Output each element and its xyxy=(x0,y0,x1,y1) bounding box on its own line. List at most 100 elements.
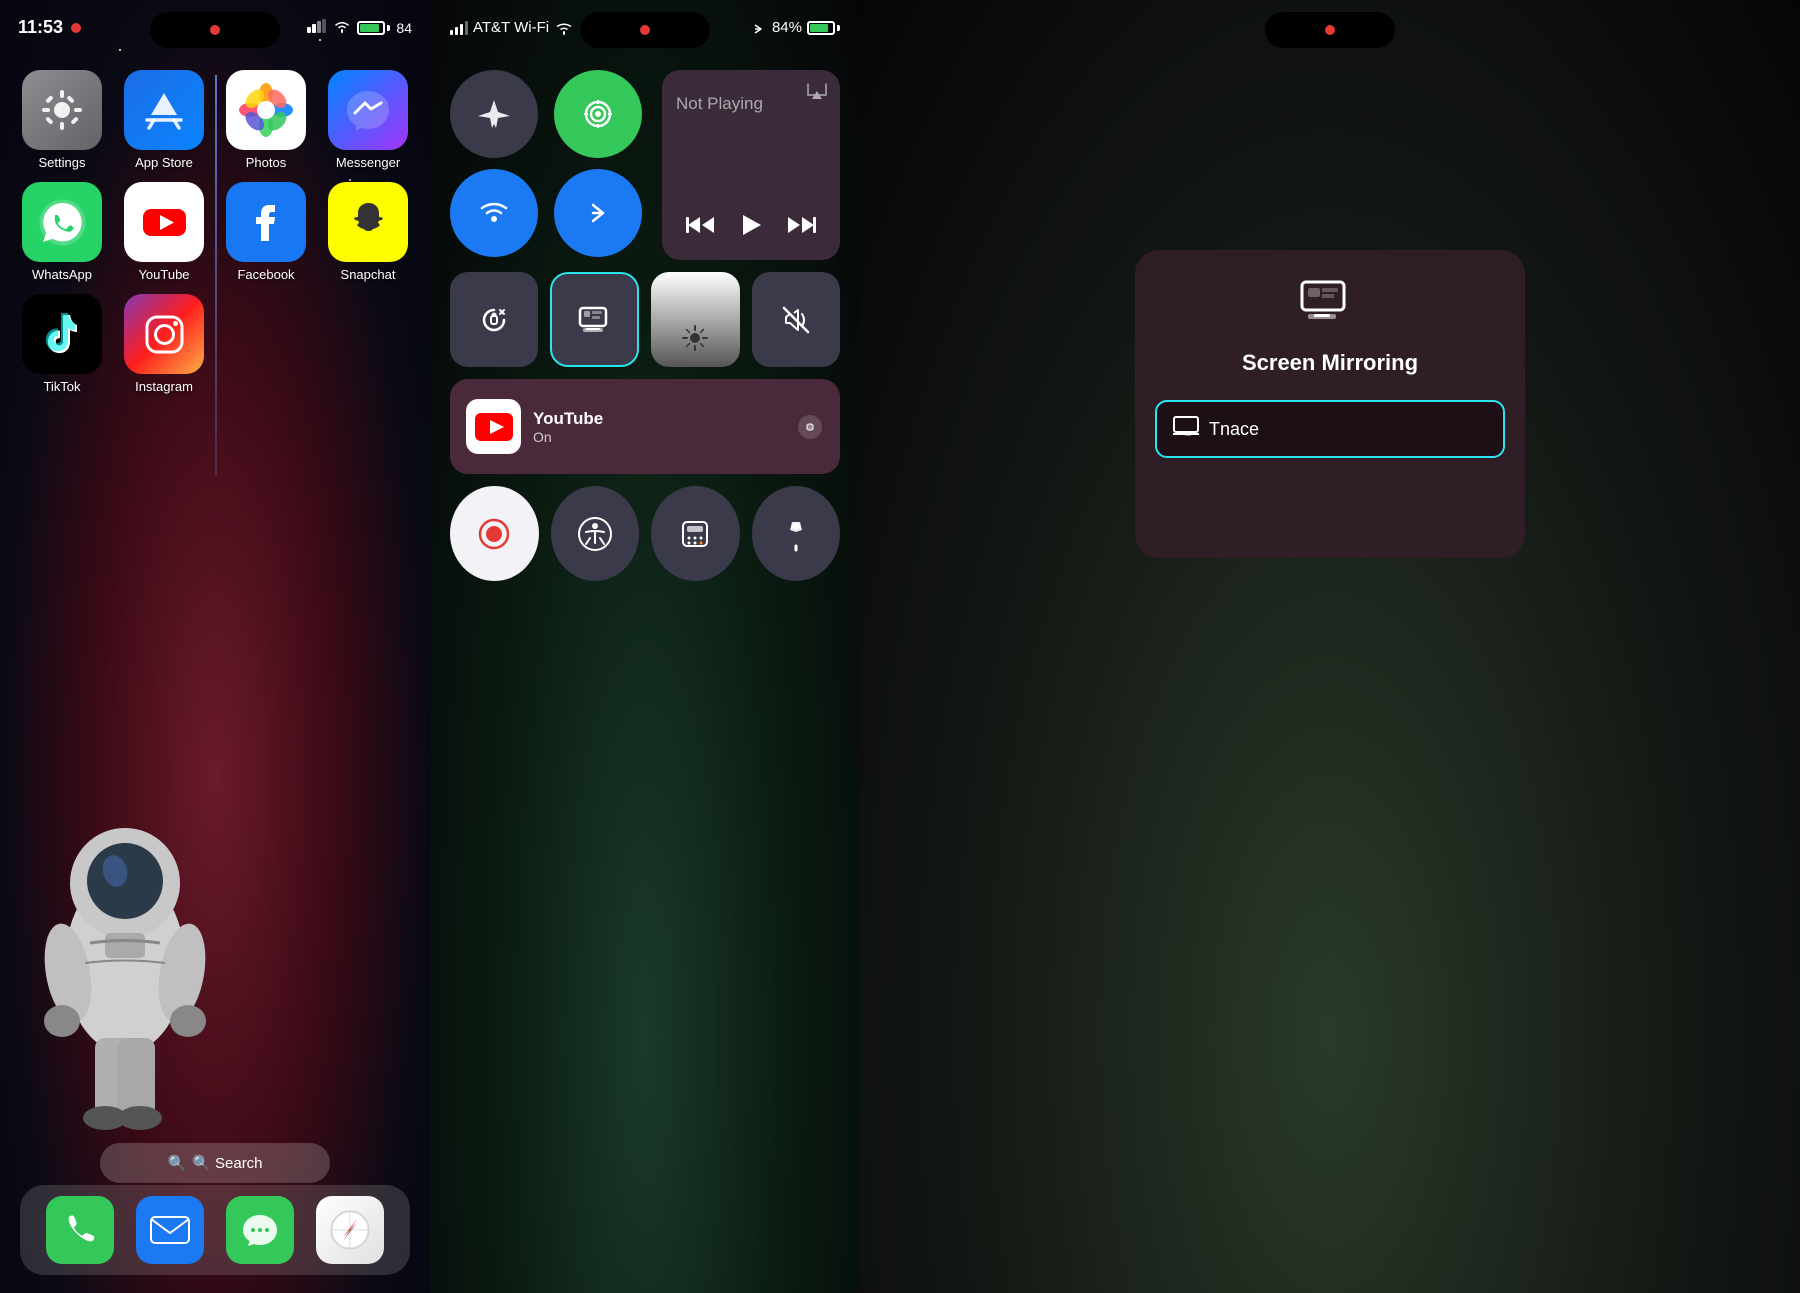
recording-status-icon xyxy=(69,21,83,35)
snapchat-label: Snapchat xyxy=(341,267,396,282)
sm-empty-area xyxy=(1155,468,1505,528)
cc-signal-bars xyxy=(450,21,468,35)
dock-mail[interactable] xyxy=(136,1196,204,1264)
dock-safari[interactable] xyxy=(316,1196,384,1264)
dock xyxy=(20,1185,410,1275)
youtube-widget-tools-icon xyxy=(796,413,824,441)
app-facebook[interactable]: Facebook xyxy=(219,182,313,282)
mute-button[interactable] xyxy=(752,272,840,367)
screen-mirror-panel-container: Screen Mirroring Tnace xyxy=(860,0,1800,1293)
calculator-button[interactable] xyxy=(651,486,740,581)
app-youtube[interactable]: YouTube xyxy=(117,182,211,282)
airplay-icon[interactable] xyxy=(806,82,828,106)
app-whatsapp[interactable]: WhatsApp xyxy=(15,182,109,282)
screen-mirror-icon xyxy=(578,306,612,334)
bluetooth-icon xyxy=(580,195,616,231)
accessibility-button[interactable] xyxy=(551,486,640,581)
app-messenger[interactable]: Messenger xyxy=(321,70,415,170)
status-time: 11:53 xyxy=(18,17,83,38)
whatsapp-label: WhatsApp xyxy=(32,267,92,282)
media-play-icon xyxy=(737,211,765,239)
signal-bar-2 xyxy=(455,27,458,35)
bluetooth-toggle[interactable] xyxy=(554,169,642,257)
control-center: AT&T Wi-Fi 84% xyxy=(430,0,860,1293)
app-grid: Settings App Store xyxy=(15,70,415,394)
app-instagram[interactable]: Instagram xyxy=(117,294,211,394)
media-title: Not Playing xyxy=(676,94,826,114)
youtube-widget[interactable]: YouTube On xyxy=(450,379,840,474)
facebook-logo-icon xyxy=(239,195,294,250)
rotation-lock-button[interactable] xyxy=(450,272,538,367)
media-next-button[interactable] xyxy=(786,213,816,244)
signal-icon xyxy=(307,19,327,36)
youtube-label: YouTube xyxy=(138,267,189,282)
youtube-widget-status: On xyxy=(533,429,603,445)
cc-battery-pct: 84% xyxy=(772,19,802,36)
status-right: 84 xyxy=(307,19,412,36)
app-snapchat[interactable]: Snapchat xyxy=(321,182,415,282)
airplane-toggle[interactable] xyxy=(450,70,538,158)
screen-record-button[interactable] xyxy=(450,486,539,581)
cc-row2 xyxy=(450,272,840,367)
mute-icon xyxy=(780,304,812,336)
carrier-label: AT&T Wi-Fi xyxy=(473,19,549,36)
signal-bars-icon xyxy=(307,19,327,33)
cc-media-player: Not Playing xyxy=(662,70,840,260)
sm-device-item[interactable]: Tnace xyxy=(1155,400,1505,458)
phone-icon xyxy=(62,1212,98,1248)
youtube-widget-text: YouTube On xyxy=(533,409,603,445)
instagram-logo-icon xyxy=(137,307,192,362)
rotation-lock-icon xyxy=(478,304,510,336)
battery-label: 84 xyxy=(396,20,412,36)
media-prev-button[interactable] xyxy=(686,213,716,244)
appstore-label: App Store xyxy=(135,155,193,170)
dock-phone[interactable] xyxy=(46,1196,114,1264)
wifi-toggle[interactable] xyxy=(450,169,538,257)
screen-mirroring-popup: Screen Mirroring Tnace xyxy=(1135,250,1525,558)
media-play-button[interactable] xyxy=(737,211,765,246)
whatsapp-logo-icon xyxy=(35,195,90,250)
wifi-toggle-icon xyxy=(476,195,512,231)
search-bar[interactable]: 🔍 🔍 Search xyxy=(100,1143,330,1183)
screen-mirror-logo-icon xyxy=(1300,280,1360,330)
brightness-slider[interactable] xyxy=(651,272,739,367)
youtube-widget-name: YouTube xyxy=(533,409,603,429)
settings-gear-icon xyxy=(38,86,86,134)
photos-icon xyxy=(226,70,306,150)
appstore-icon xyxy=(124,70,204,150)
cellular-icon xyxy=(580,96,616,132)
snapchat-icon xyxy=(328,182,408,262)
mail-icon xyxy=(150,1216,190,1244)
app-settings[interactable]: Settings xyxy=(15,70,109,170)
messenger-logo-icon xyxy=(343,85,393,135)
signal-bar-3 xyxy=(460,24,463,35)
facebook-label: Facebook xyxy=(237,267,294,282)
youtube-icon xyxy=(124,182,204,262)
dock-messages[interactable] xyxy=(226,1196,294,1264)
messages-icon xyxy=(241,1211,279,1249)
tiktok-label: TikTok xyxy=(43,379,80,394)
flashlight-icon xyxy=(778,516,814,552)
appstore-logo-icon xyxy=(139,85,189,135)
brightness-sun-icon xyxy=(682,325,708,351)
cellular-toggle[interactable] xyxy=(554,70,642,158)
mirror-dynamic-island xyxy=(1265,12,1395,48)
app-photos[interactable]: Photos xyxy=(219,70,313,170)
screen-mirror-button[interactable] xyxy=(550,272,639,367)
settings-icon xyxy=(22,70,102,150)
search-icon: 🔍 xyxy=(167,1154,186,1172)
youtube-logo-icon xyxy=(137,195,192,250)
flashlight-button[interactable] xyxy=(752,486,841,581)
media-prev-icon xyxy=(686,213,716,237)
cc-battery-icon xyxy=(807,21,840,35)
cc-row1: Not Playing xyxy=(450,70,840,260)
cc-bluetooth-icon xyxy=(749,21,767,35)
brightness-icon xyxy=(682,325,708,357)
battery-icon xyxy=(357,21,390,35)
cc-recording-indicator xyxy=(640,25,650,35)
astronaut-illustration xyxy=(10,763,240,1163)
media-controls xyxy=(676,211,826,246)
app-tiktok[interactable]: TikTok xyxy=(15,294,109,394)
app-appstore[interactable]: App Store xyxy=(117,70,211,170)
signal-bar-4 xyxy=(465,21,468,35)
